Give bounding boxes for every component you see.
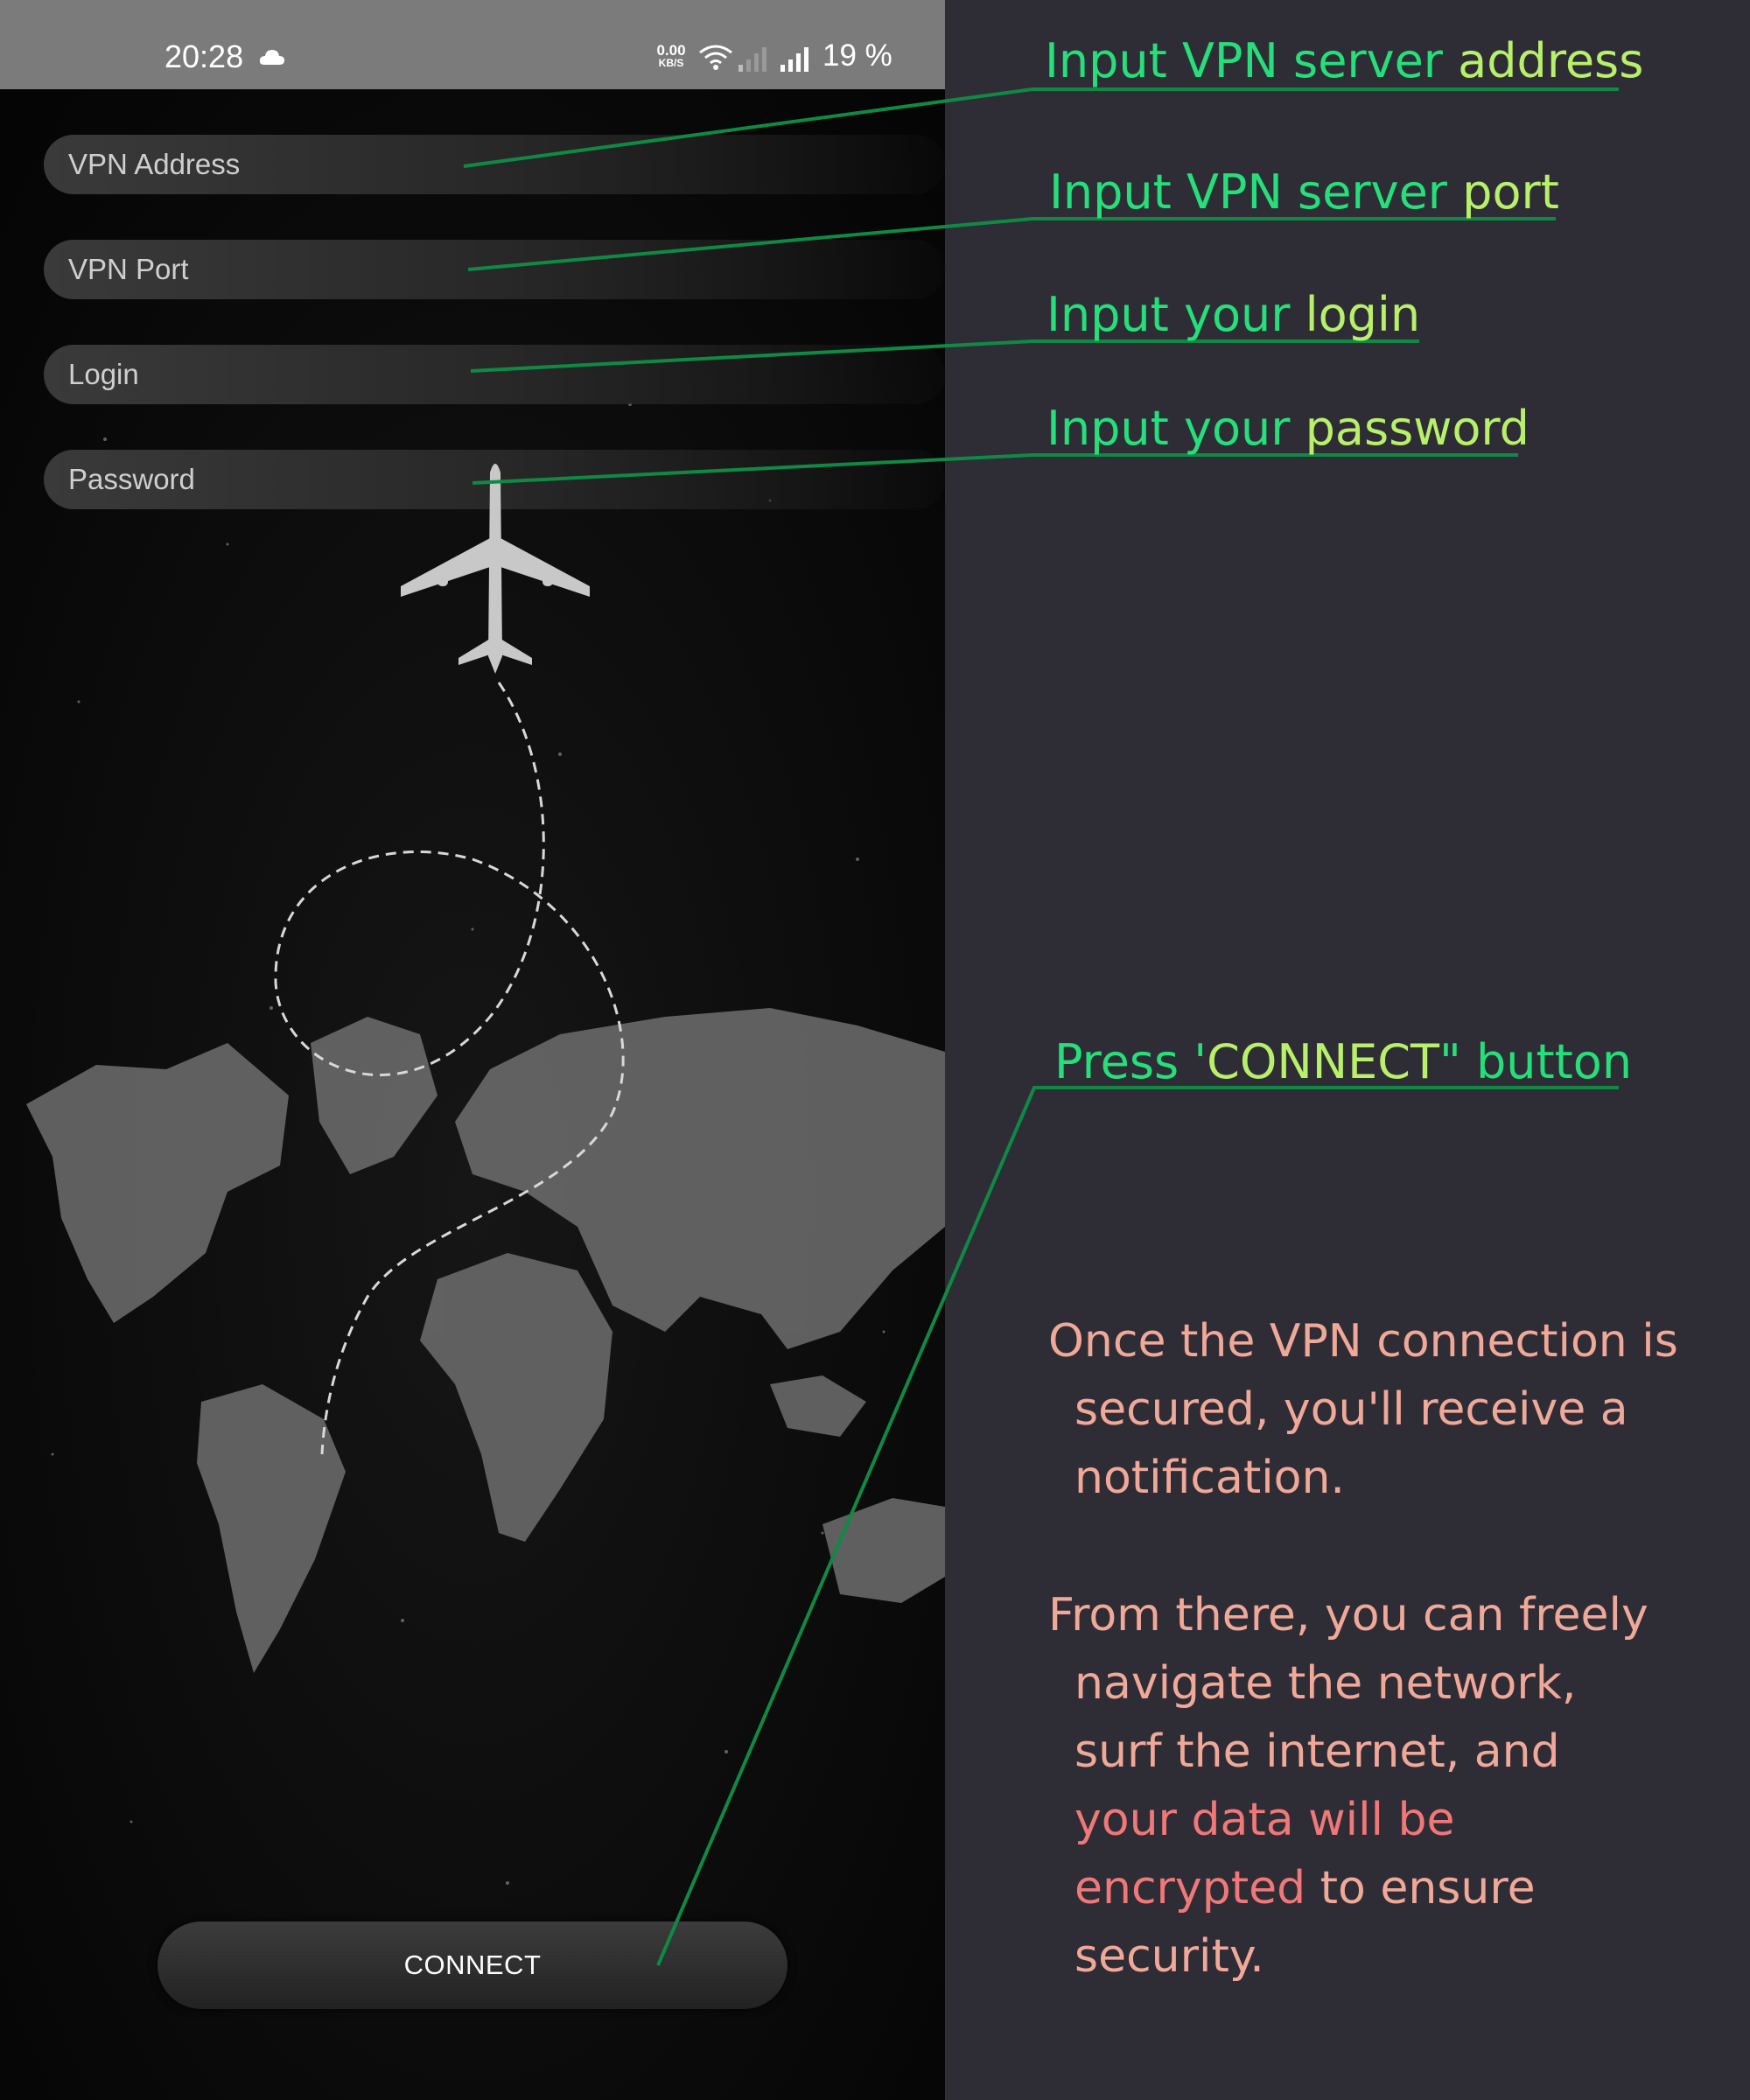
annotation-address-text: Input VPN server (1045, 33, 1459, 88)
status-time: 20:28 (164, 38, 244, 74)
wifi-icon (699, 45, 732, 70)
vpn-port-placeholder: VPN Port (68, 253, 189, 285)
login-input[interactable]: Login (44, 345, 945, 404)
note-text: to ensure (1306, 1862, 1536, 1914)
annotation-connect-keyword: CONNECT (1207, 1034, 1439, 1089)
vpn-address-input[interactable]: VPN Address (44, 135, 945, 194)
annotation-password: Input your password (1046, 401, 1530, 456)
annotation-login: Input your login (1046, 287, 1420, 342)
annotation-password-keyword: password (1305, 401, 1530, 456)
password-placeholder: Password (68, 463, 195, 495)
note-line-highlight: your data will be (1074, 1794, 1455, 1846)
cloud-icon (259, 50, 284, 65)
annotation-login-keyword: login (1305, 287, 1421, 342)
annotation-connect-suffix: " button (1438, 1034, 1633, 1089)
note-line: security. (1074, 1930, 1264, 1983)
network-speed: 0.00 KB/S (651, 43, 691, 70)
network-speed-unit: KB/S (658, 57, 684, 69)
annotation-port-keyword: port (1462, 164, 1559, 220)
signal-icon (738, 47, 766, 72)
annotation-address-keyword: address (1458, 33, 1644, 88)
annotation-port-text: Input VPN server (1049, 164, 1463, 220)
vpn-port-input[interactable]: VPN Port (44, 240, 945, 299)
encryption-note: From there, you can freely navigate the … (1048, 1581, 1731, 1991)
note-line: notification. (1074, 1452, 1345, 1504)
signal-icon (780, 47, 808, 72)
connection-note: Once the VPN connection is secured, you'… (1048, 1307, 1731, 1512)
note-line: surf the internet, and (1074, 1726, 1560, 1778)
annotation-login-text: Input your (1046, 287, 1306, 342)
note-highlight-word: encrypted (1074, 1862, 1306, 1914)
note-line: Once the VPN connection is (1048, 1315, 1678, 1368)
login-placeholder: Login (68, 358, 139, 390)
note-line: secured, you'll receive a (1074, 1383, 1628, 1436)
note-line: navigate the network, (1074, 1657, 1577, 1710)
annotation-address: Input VPN server address (1045, 33, 1643, 88)
annotation-password-text: Input your (1046, 401, 1306, 456)
airplane-icon (401, 464, 590, 674)
note-line: From there, you can freely (1048, 1589, 1648, 1642)
battery-level: 19 % (822, 38, 892, 73)
connect-button[interactable]: CONNECT (158, 1922, 788, 2009)
annotation-connect: Press 'CONNECT" button (1054, 1034, 1632, 1089)
vpn-address-placeholder: VPN Address (68, 148, 241, 180)
status-bar: 20:28 0.00 KB/S 19 % (0, 0, 945, 89)
phone-screen: 20:28 0.00 KB/S 19 % VPN Address VPN Por… (0, 0, 945, 2100)
annotation-port: Input VPN server port (1049, 164, 1559, 220)
annotation-connect-text: Press ' (1054, 1034, 1208, 1089)
connect-button-label: CONNECT (403, 1950, 542, 1980)
note-line: encrypted to ensure (1048, 1854, 1731, 1922)
